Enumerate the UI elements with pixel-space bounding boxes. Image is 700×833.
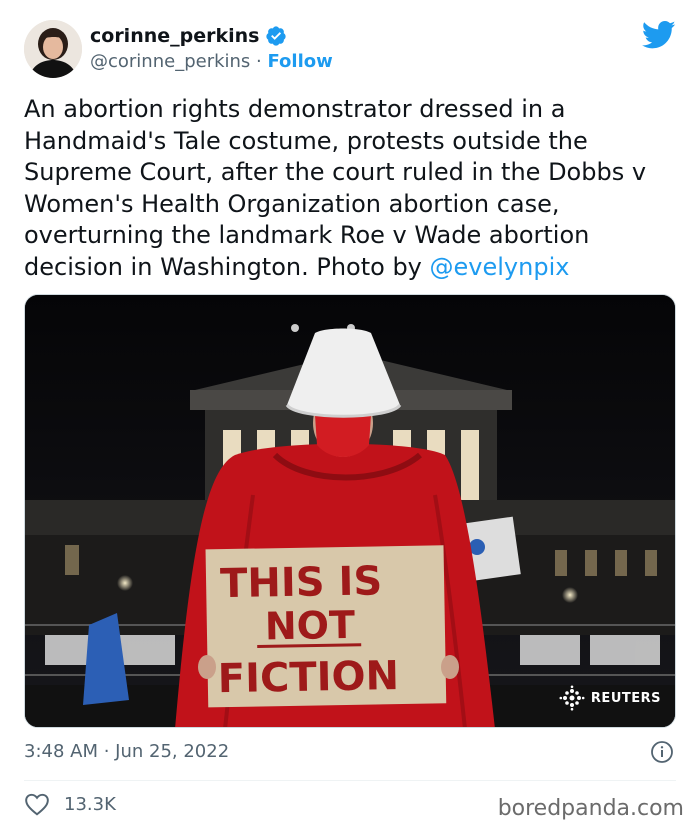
info-icon[interactable] bbox=[650, 740, 674, 764]
handle[interactable]: @corinne_perkins bbox=[90, 51, 250, 72]
sign-line-3: FICTION bbox=[217, 653, 399, 702]
tweet-timestamp[interactable]: 3:48 AM · Jun 25, 2022 bbox=[24, 740, 229, 764]
like-button[interactable]: 13.3K bbox=[24, 792, 116, 816]
twitter-bird-icon[interactable] bbox=[642, 20, 676, 50]
follow-button[interactable]: Follow bbox=[267, 51, 332, 72]
photo-scene: THIS IS NOT FICTION bbox=[25, 295, 675, 727]
tweet-photo[interactable]: THIS IS NOT FICTION REUTERS bbox=[24, 294, 676, 728]
author-block: corinne_perkins @corinne_perkins · Follo… bbox=[90, 24, 333, 75]
heart-icon[interactable] bbox=[24, 792, 50, 816]
photo-credit-mention[interactable]: @evelynpix bbox=[430, 253, 570, 281]
reuters-watermark: REUTERS bbox=[559, 685, 661, 711]
handle-row: @corinne_perkins · Follow bbox=[90, 49, 333, 75]
sign-line-2: NOT bbox=[264, 603, 355, 649]
reuters-credit: REUTERS bbox=[590, 690, 661, 706]
boredpanda-watermark: boredpanda.com bbox=[497, 796, 684, 821]
sign-underline bbox=[257, 643, 362, 649]
tweet-text: An abortion rights demonstrator dressed … bbox=[24, 94, 674, 283]
reuters-logo-icon bbox=[559, 685, 585, 711]
verified-badge-icon bbox=[266, 26, 287, 46]
tweet-header: corinne_perkins @corinne_perkins · Follo… bbox=[24, 20, 676, 80]
like-count: 13.3K bbox=[64, 793, 116, 815]
display-name-text[interactable]: corinne_perkins bbox=[90, 24, 259, 48]
sign-line-1: THIS IS bbox=[220, 558, 383, 607]
display-name[interactable]: corinne_perkins bbox=[90, 24, 287, 48]
separator: · bbox=[250, 51, 268, 72]
avatar[interactable] bbox=[24, 20, 82, 78]
divider bbox=[24, 780, 676, 781]
